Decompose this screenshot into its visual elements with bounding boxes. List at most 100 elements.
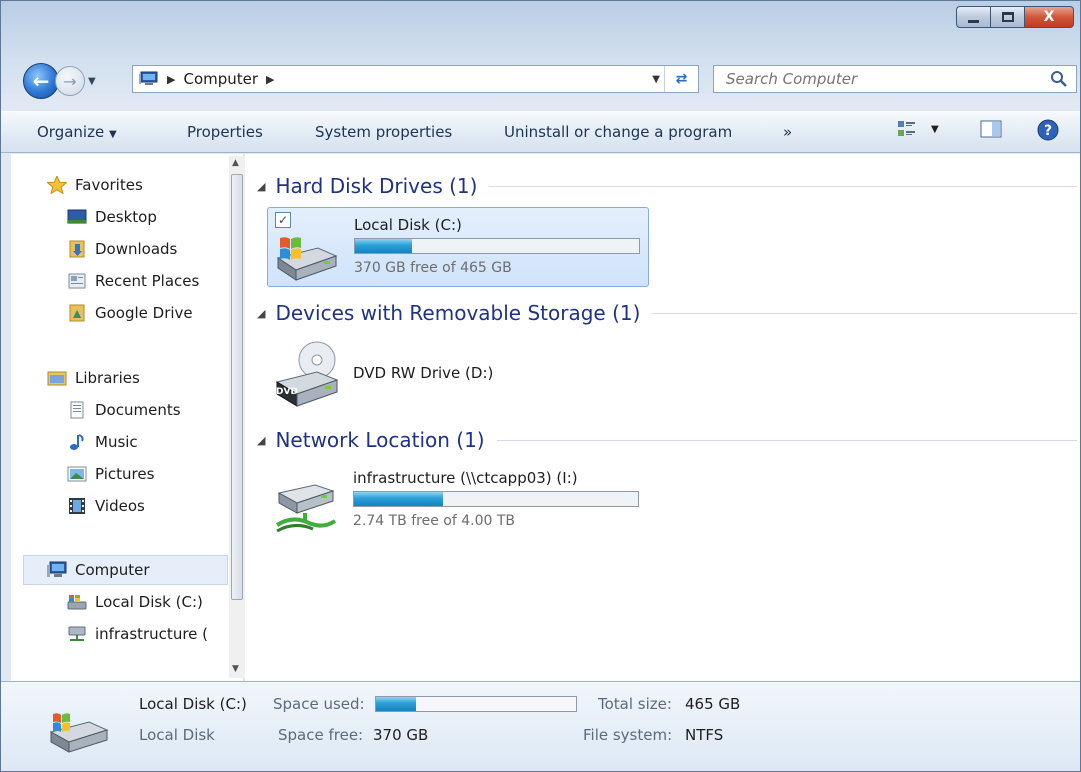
minimize-button[interactable]: [956, 6, 990, 28]
uninstall-program-button[interactable]: Uninstall or change a program: [504, 123, 732, 141]
sidebar-item-label: Downloads: [95, 240, 178, 258]
back-button[interactable]: ←: [23, 63, 59, 99]
scroll-down-icon[interactable]: ▼: [232, 664, 239, 674]
caption-buttons: X: [956, 6, 1074, 28]
sidebar-item-label: Videos: [95, 497, 145, 515]
drive-tile-d[interactable]: DVD DVD RW Drive (D:): [267, 334, 649, 414]
refresh-button[interactable]: ⇄: [664, 66, 698, 92]
google-drive-icon: [69, 304, 85, 322]
navigation-buttons: ← → ▼: [23, 63, 96, 99]
search-icon[interactable]: [1050, 70, 1068, 88]
group-header-removable[interactable]: ◢ Devices with Removable Storage (1): [257, 301, 1077, 325]
details-drive-type: Local Disk: [139, 726, 215, 744]
videos-film-icon: [69, 498, 85, 514]
organize-label: Organize: [37, 123, 105, 141]
breadcrumb-computer[interactable]: Computer: [183, 70, 258, 88]
chevron-down-icon: ▼: [108, 129, 117, 140]
sidebar-libraries-label: Libraries: [75, 369, 140, 387]
svg-text:?: ?: [1044, 123, 1052, 139]
content-pane: ◢ Hard Disk Drives (1) ✓ Local Disk (C:)…: [245, 154, 1080, 681]
help-button[interactable]: ?: [1037, 119, 1059, 141]
space-used-fill: [376, 697, 416, 711]
collapse-triangle-icon: ◢: [257, 306, 266, 320]
select-checkbox[interactable]: ✓: [275, 212, 291, 228]
drive-free-space: 2.74 TB free of 4.00 TB: [353, 513, 516, 529]
collapse-triangle-icon: ◢: [257, 179, 266, 193]
sidebar-libraries[interactable]: Libraries: [47, 369, 140, 387]
sidebar-item-label: Google Drive: [95, 304, 193, 322]
drive-tile-i[interactable]: infrastructure (\\ctcapp03) (I:) 2.74 TB…: [267, 461, 649, 541]
group-header-hard-disks[interactable]: ◢ Hard Disk Drives (1): [257, 174, 1077, 198]
address-bar[interactable]: ▶ Computer ▶ ▼ ⇄: [132, 65, 699, 93]
drive-name: Local Disk (C:): [354, 216, 462, 234]
local-disk-drive-icon: [276, 237, 338, 281]
dvd-drive-icon: DVD: [275, 341, 339, 407]
sidebar-item-downloads[interactable]: Downloads: [67, 240, 177, 258]
scrollbar-thumb[interactable]: [231, 174, 243, 600]
sidebar-item-music[interactable]: Music: [67, 433, 138, 451]
search-input[interactable]: [726, 70, 1026, 88]
local-disk-drive-icon: [49, 713, 109, 753]
documents-icon: [70, 401, 84, 419]
sidebar-scrollbar[interactable]: ▲ ▼: [229, 156, 245, 678]
libraries-icon: [47, 371, 67, 386]
total-size-value: 465 GB: [685, 695, 741, 713]
help-icon: ?: [1037, 119, 1059, 141]
breadcrumb-separator-icon[interactable]: ▶: [266, 73, 274, 86]
details-drive-name: Local Disk (C:): [139, 695, 247, 713]
music-note-icon: [70, 434, 84, 450]
details-pane: Local Disk (C:) Local Disk Space used: S…: [1, 681, 1080, 771]
refresh-icon: ⇄: [675, 71, 688, 87]
space-free-value: 370 GB: [373, 726, 429, 744]
space-used-bar: [375, 696, 577, 712]
drive-usage-fill: [355, 239, 412, 253]
command-bar: Organize ▼ Properties System properties …: [1, 111, 1080, 153]
sidebar-item-documents[interactable]: Documents: [67, 401, 181, 419]
navigation-pane: Favorites Desktop Downloads Recent Place…: [11, 154, 245, 681]
sidebar-computer[interactable]: Computer: [47, 561, 150, 579]
address-dropdown-icon[interactable]: ▼: [652, 74, 660, 85]
preview-pane-icon: [980, 120, 1002, 138]
sidebar-item-videos[interactable]: Videos: [67, 497, 145, 515]
sidebar-item-pictures[interactable]: Pictures: [67, 465, 154, 483]
view-options-icon: [898, 121, 915, 136]
forward-button[interactable]: →: [55, 66, 85, 96]
sidebar-item-label: Local Disk (C:): [95, 593, 203, 611]
sidebar-item-label: infrastructure (: [95, 625, 209, 643]
recent-pages-dropdown[interactable]: ▼: [88, 76, 96, 87]
sidebar-item-label: Music: [95, 433, 138, 451]
drive-free-space: 370 GB free of 465 GB: [354, 260, 512, 276]
preview-pane-button[interactable]: [980, 119, 1002, 139]
sidebar-item-local-disk[interactable]: Local Disk (C:): [67, 593, 203, 611]
close-button[interactable]: X: [1024, 6, 1074, 28]
close-icon: X: [1043, 9, 1055, 25]
sidebar-item-desktop[interactable]: Desktop: [67, 208, 157, 226]
sidebar-item-google-drive[interactable]: Google Drive: [67, 304, 193, 322]
group-title: Hard Disk Drives (1): [275, 174, 478, 198]
sidebar-favorites[interactable]: Favorites: [47, 176, 143, 194]
breadcrumb-separator-icon[interactable]: ▶: [167, 73, 175, 86]
system-properties-button[interactable]: System properties: [315, 123, 452, 141]
group-title: Network Location (1): [275, 428, 485, 452]
local-disk-icon: [67, 595, 87, 610]
downloads-folder-icon: [69, 240, 85, 258]
drive-name: DVD RW Drive (D:): [353, 364, 494, 382]
more-commands-button[interactable]: »: [783, 123, 792, 141]
drive-usage-fill: [354, 492, 444, 506]
search-box: [713, 65, 1077, 93]
properties-button[interactable]: Properties: [187, 123, 263, 141]
back-arrow-icon: ←: [32, 69, 50, 93]
sidebar-item-infrastructure[interactable]: infrastructure (: [67, 625, 229, 643]
view-options-button[interactable]: ▼: [897, 119, 939, 139]
network-drive-icon: [68, 626, 86, 641]
drive-tile-c[interactable]: ✓ Local Disk (C:) 370 GB free of 465 GB: [267, 207, 649, 287]
sidebar-item-label: Pictures: [95, 465, 155, 483]
group-header-network[interactable]: ◢ Network Location (1): [257, 428, 1077, 452]
computer-icon: [139, 71, 158, 85]
scroll-up-icon[interactable]: ▲: [232, 158, 239, 168]
maximize-button[interactable]: [990, 6, 1024, 28]
collapse-triangle-icon: ◢: [257, 433, 266, 447]
sidebar-item-label: Recent Places: [95, 272, 200, 290]
sidebar-item-recent-places[interactable]: Recent Places: [67, 272, 199, 290]
organize-menu[interactable]: Organize ▼: [37, 123, 117, 141]
